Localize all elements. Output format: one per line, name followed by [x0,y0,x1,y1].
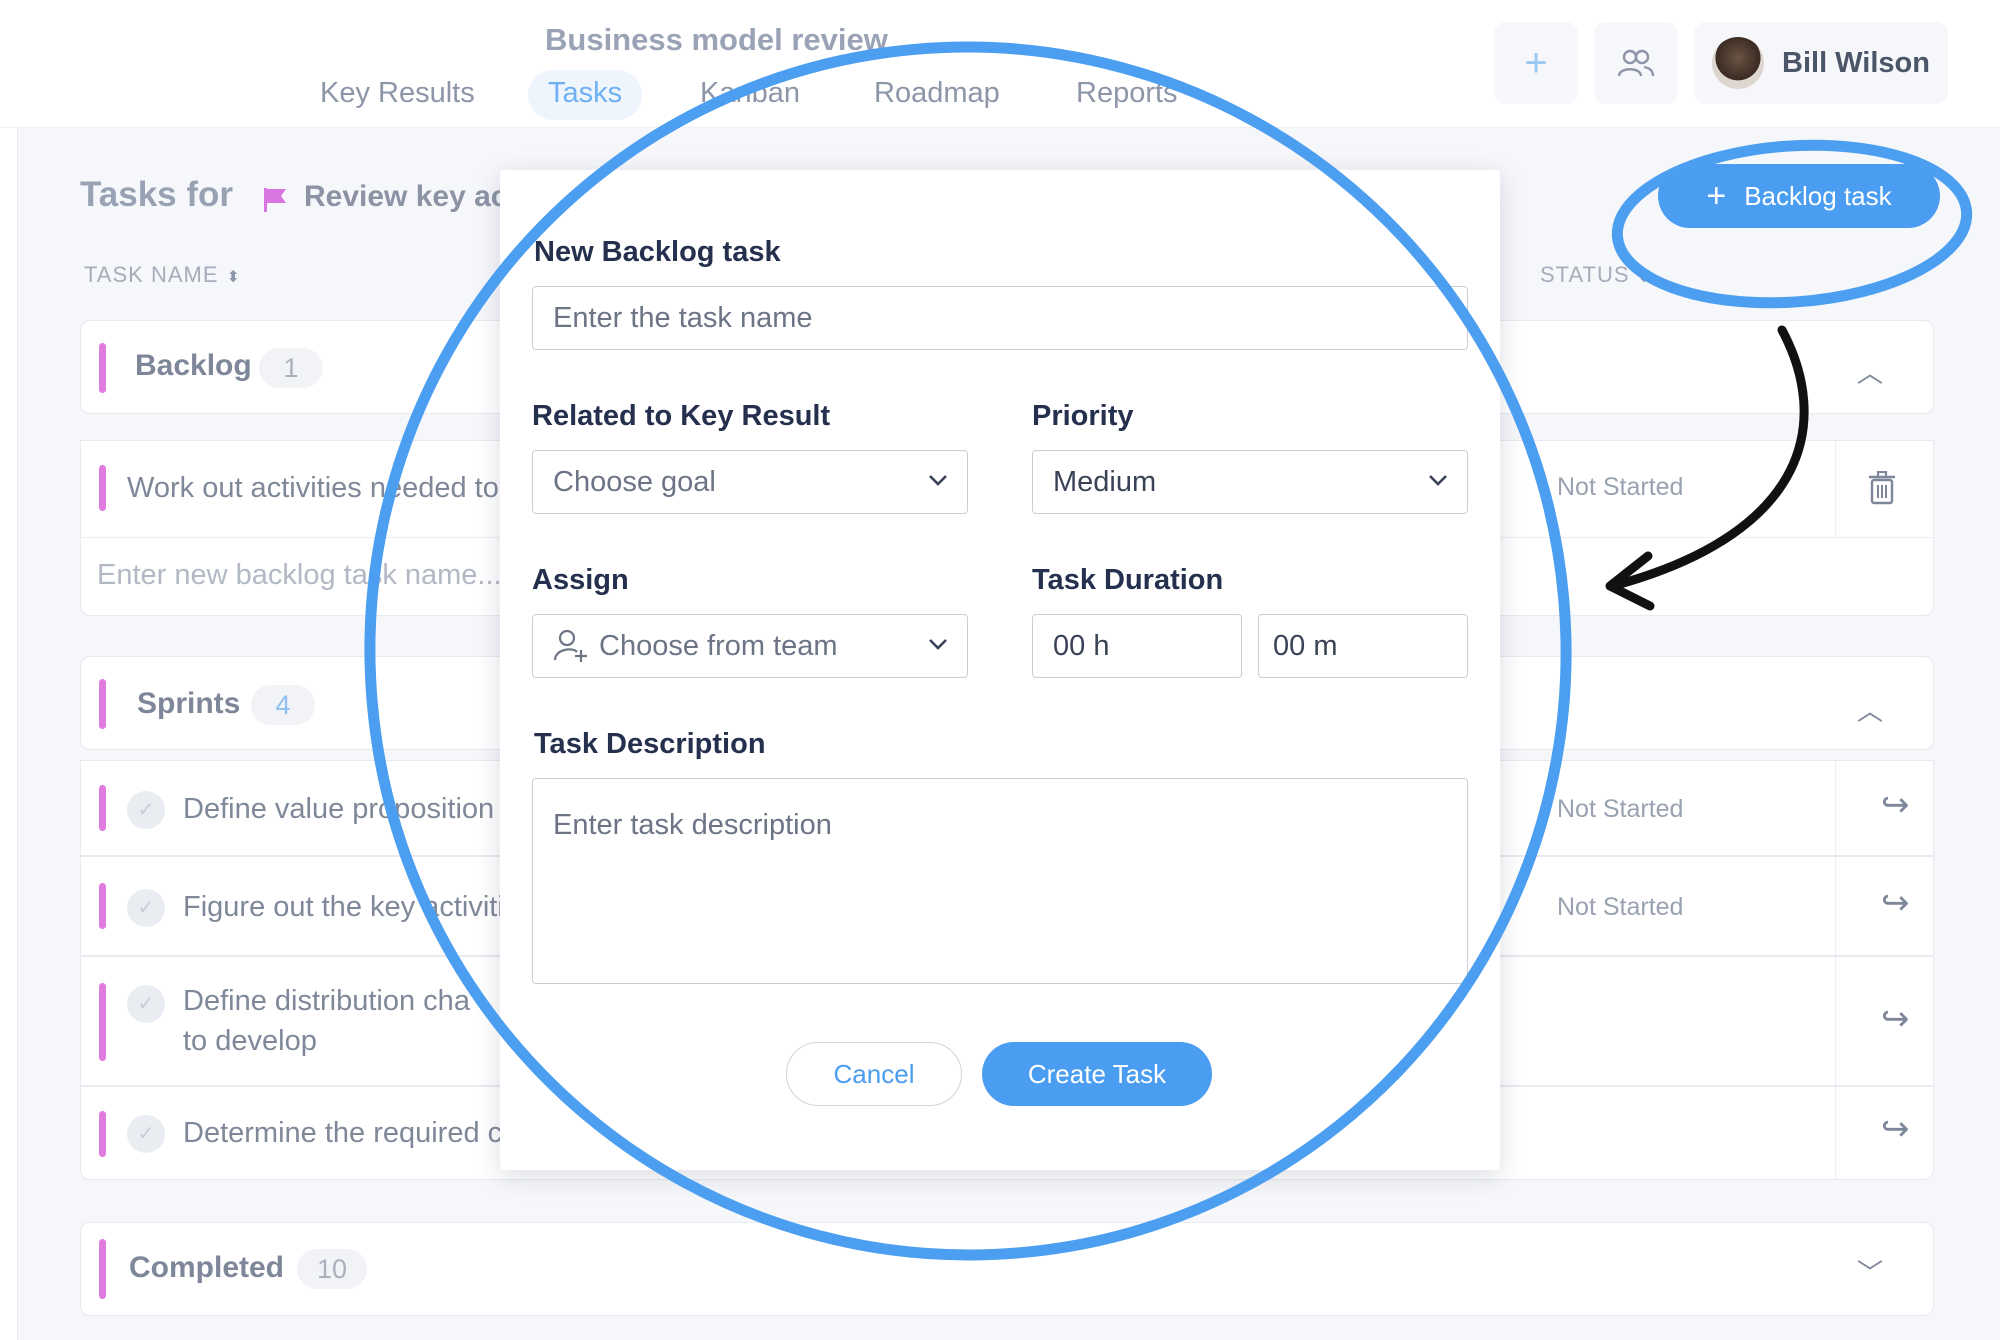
sort-icon: ⬍ [226,269,241,286]
tab-roadmap[interactable]: Roadmap [854,70,1020,120]
left-rail [0,128,18,1340]
check-icon[interactable]: ✓ [127,985,165,1023]
duration-minutes-input[interactable]: 00 m [1258,614,1468,678]
tab-tasks[interactable]: Tasks [528,70,643,120]
plus-icon: + [1706,176,1727,215]
task-status[interactable]: Not Started [1557,893,1683,922]
check-icon[interactable]: ✓ [127,791,165,829]
task-name[interactable]: Determine the required c [183,1113,502,1153]
group-color-bar [99,343,106,393]
task-status[interactable]: Not Started [1557,473,1683,502]
row-color-bar [99,465,106,511]
row-color-bar [99,883,106,929]
divider [1835,1087,1836,1179]
new-backlog-input[interactable]: Enter new backlog task name... [97,559,502,592]
project-title: Business model review [545,22,888,57]
duration-label: Task Duration [1032,564,1224,596]
group-color-bar [99,679,106,729]
description-textarea[interactable]: Enter task description [532,778,1468,984]
chevron-down-icon [1429,475,1447,486]
row-color-bar [99,1111,106,1157]
group-title: Sprints [137,687,241,720]
divider [1835,857,1836,955]
related-label: Related to Key Result [532,400,831,432]
move-arrow-icon[interactable]: ↪ [1881,883,1910,923]
priority-label: Priority [1032,400,1134,432]
chevron-down-icon[interactable]: ﹀ [1857,1253,1883,1290]
team-button[interactable] [1594,22,1678,104]
trash-icon[interactable] [1869,471,1895,505]
task-name[interactable]: Work out activities needed to [127,468,499,508]
chevron-up-icon[interactable]: ︿ [1857,353,1883,390]
tasks-for-label: Tasks for [80,175,234,214]
user-name: Bill Wilson [1782,46,1930,79]
chevron-down-icon [929,475,947,486]
add-user-icon [553,629,587,662]
move-arrow-icon[interactable]: ↪ [1881,785,1910,825]
divider [1835,761,1836,855]
group-title: Completed [129,1251,285,1284]
assign-label: Assign [532,564,629,596]
description-label: Task Description [534,728,766,760]
task-name[interactable]: Figure out the key activiti [183,887,504,927]
backlog-button-label: Backlog task [1744,180,1892,211]
group-title: Backlog [135,349,252,382]
row-color-bar [99,983,106,1061]
divider [1835,957,1836,1085]
task-name[interactable]: Define distribution cha [183,981,470,1021]
sort-icon: ⬍ [1637,269,1652,286]
team-icon [1617,49,1655,77]
avatar [1712,37,1765,89]
priority-select[interactable]: Medium [1032,450,1468,514]
cancel-button[interactable]: Cancel [786,1042,962,1106]
plus-icon: + [1524,40,1548,85]
task-status[interactable]: Not Started [1557,795,1683,824]
tab-kanban[interactable]: Kanban [680,70,820,120]
duration-hours-input[interactable]: 00 h [1032,614,1242,678]
check-icon[interactable]: ✓ [127,1115,165,1153]
key-result-select[interactable]: Choose goal [532,450,968,514]
task-name-input[interactable]: Enter the task name [532,286,1468,350]
user-menu[interactable]: Bill Wilson [1694,22,1948,104]
chevron-down-icon [929,639,947,650]
flag-icon [264,188,286,212]
count-badge: 4 [251,685,315,725]
objective-title[interactable]: Review key act [304,180,517,214]
tab-reports[interactable]: Reports [1056,70,1198,120]
col-task-name[interactable]: TASK NAME ⬍ [84,262,241,288]
key-result-value: Choose goal [553,465,716,498]
group-color-bar [99,1239,106,1299]
divider [1835,441,1836,537]
create-task-button[interactable]: Create Task [982,1042,1212,1106]
add-button[interactable]: + [1494,22,1578,104]
move-arrow-icon[interactable]: ↪ [1881,999,1910,1039]
check-icon[interactable]: ✓ [127,889,165,927]
col-task-name-label: TASK NAME [84,262,219,287]
top-bar: Business model review Key Results Tasks … [0,0,2000,128]
add-backlog-task-button[interactable]: + Backlog task [1658,164,1940,228]
modal-title: New Backlog task [534,236,781,268]
completed-group-header[interactable]: Completed 10 ﹀ [80,1222,1934,1316]
row-color-bar [99,785,106,831]
chevron-up-icon[interactable]: ︿ [1857,691,1883,728]
col-status[interactable]: STATUS ⬍ [1540,262,1652,288]
count-badge: 10 [297,1249,368,1289]
task-name[interactable]: Define value proposition [183,789,494,829]
move-arrow-icon[interactable]: ↪ [1881,1109,1910,1149]
count-badge: 1 [259,348,323,388]
priority-value: Medium [1053,465,1157,498]
tab-key-results[interactable]: Key Results [300,70,495,120]
task-name-line2[interactable]: to develop [183,1021,317,1061]
assign-select[interactable]: Choose from team [532,614,968,678]
col-status-label: STATUS [1540,262,1630,287]
assign-value: Choose from team [599,629,838,662]
